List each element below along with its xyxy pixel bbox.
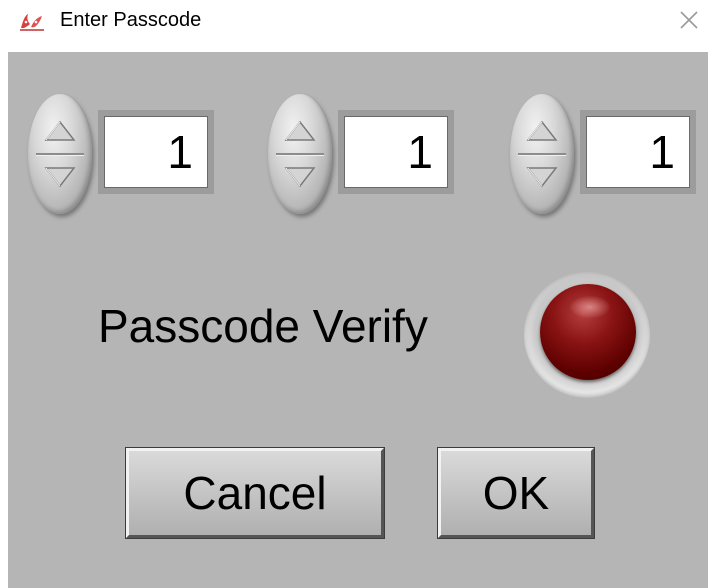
digit-control-1: 1 [8,92,214,216]
decrement-arrow-icon [284,167,316,188]
spin-control [268,94,332,214]
digit-field[interactable]: 1 [344,116,448,188]
cancel-button[interactable]: Cancel [125,447,385,539]
decrement-button[interactable] [268,154,332,214]
window-title: Enter Passcode [60,9,202,31]
digit-display-frame: 1 [98,110,214,194]
digit-value: 1 [649,126,675,178]
decrement-button[interactable] [510,154,574,214]
spin-control [510,94,574,214]
cancel-button-label: Cancel [183,467,327,519]
passcode-verify-label: Passcode Verify [98,300,428,352]
increment-arrow-icon [44,120,76,141]
decrement-button[interactable] [28,154,92,214]
ok-button-label: OK [482,467,550,519]
front-panel: 1 1 1 Passcode Verify Cancel OK [8,52,708,588]
digit-control-2: 1 [248,92,454,216]
increment-button[interactable] [268,94,332,154]
labview-app-icon [20,14,44,31]
increment-button[interactable] [28,94,92,154]
spin-control [28,94,92,214]
decrement-arrow-icon [44,167,76,188]
digit-display-frame: 1 [338,110,454,194]
digit-field[interactable]: 1 [586,116,690,188]
passcode-verify-led [540,284,636,380]
digit-value: 1 [167,126,193,178]
digit-display-frame: 1 [580,110,696,194]
decrement-arrow-icon [526,167,558,188]
led-highlight [570,296,610,318]
close-icon[interactable] [676,7,702,33]
increment-arrow-icon [526,120,558,141]
digit-value: 1 [407,126,433,178]
led-bezel [524,272,650,398]
increment-arrow-icon [284,120,316,141]
title-bar[interactable]: Enter Passcode [0,0,708,48]
digit-field[interactable]: 1 [104,116,208,188]
increment-button[interactable] [510,94,574,154]
digit-control-3: 1 [490,92,696,216]
ok-button[interactable]: OK [437,447,595,539]
